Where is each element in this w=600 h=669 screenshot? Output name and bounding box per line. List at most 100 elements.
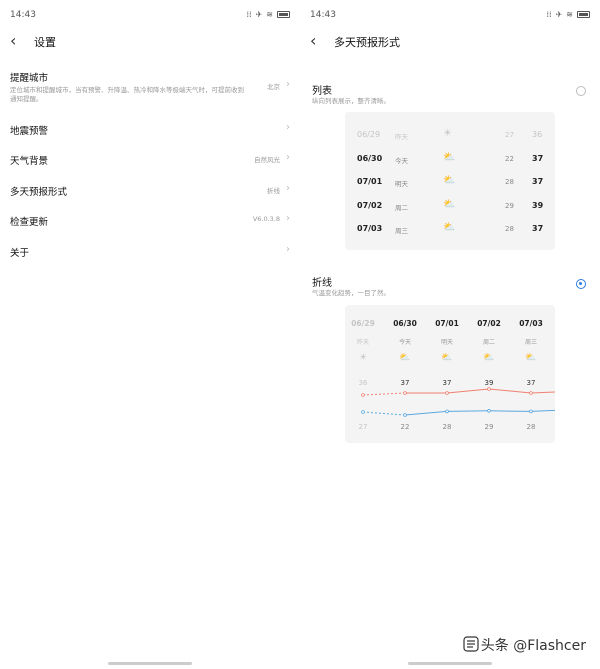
settings-screen: 14:43 ⁞⁞ ✈ ≋ ‹ 设置 提醒城市 定位城市和提醒城市，当有预警、升降… <box>0 0 300 669</box>
status-time: 14:43 <box>10 10 36 20</box>
low-temp-line-segment <box>362 411 406 416</box>
low-temp-line-segment <box>446 410 490 412</box>
wifi-icon: ≋ <box>566 10 573 19</box>
low-temp-line-point <box>361 410 365 414</box>
list-forecast-row: 06/30 今天 ⛅ 22 37 <box>345 148 555 171</box>
high-temp-line-point <box>445 391 449 395</box>
list-option-radio[interactable] <box>576 86 586 96</box>
watermark-text: 头条 @Flashcer <box>480 638 586 654</box>
line-option-radio[interactable] <box>576 279 586 289</box>
status-time: 14:43 <box>310 10 336 20</box>
airplane-icon: ✈ <box>255 10 263 19</box>
chevron-right-icon: › <box>286 183 290 194</box>
partly-cloudy-icon: ⛅ <box>443 198 456 210</box>
setting-desc: 定位城市和提醒城市，当有预警、升降温、热冷和降水等极端天气时，可提前收到通知提醒… <box>10 86 244 103</box>
partly-cloudy-icon: ⛅ <box>443 222 456 233</box>
forecast-high: 37 <box>532 177 544 186</box>
status-icons: ⁞⁞ ✈ ≋ <box>546 10 590 19</box>
list-forecast-row: 07/01 明天 ⛅ 28 37 <box>345 171 555 194</box>
setting-label: 关于 <box>10 248 30 259</box>
airplane-icon: ✈ <box>555 10 563 19</box>
status-bar: 14:43 ⁞⁞ ✈ ≋ <box>10 10 290 24</box>
sunny-icon: ☀ <box>443 128 452 139</box>
status-icons: ⁞⁞ ✈ ≋ <box>246 10 290 19</box>
low-temp-line-segment <box>488 410 532 412</box>
setting-label: 提醒城市 <box>10 73 49 84</box>
high-temp-line-segment <box>488 388 532 394</box>
settings-header: ‹ 设置 <box>10 32 290 52</box>
forecast-low: 22 <box>505 154 514 163</box>
signal-icon: ⁞⁞ <box>246 10 252 19</box>
low-temp-line-point <box>445 409 449 414</box>
back-arrow-icon[interactable]: ‹ <box>10 32 30 52</box>
temperature-line-chart <box>361 387 555 417</box>
forecast-high: 39 <box>532 200 544 210</box>
setting-value: 折线 <box>267 187 280 195</box>
high-temp-line-segment <box>362 392 406 396</box>
setting-weather-background[interactable]: 天气背景 自然风光 › <box>10 152 290 167</box>
toutiao-logo-icon <box>463 636 479 652</box>
setting-about[interactable]: 关于 › <box>10 244 290 259</box>
chevron-right-icon: › <box>286 213 290 224</box>
forecast-date: 07/01 <box>357 177 383 186</box>
setting-check-update[interactable]: 检查更新 V6.0.3.8 › <box>10 213 290 228</box>
low-temp-line-point <box>403 413 407 417</box>
forecast-low: 29 <box>505 201 514 210</box>
setting-label: 地震预警 <box>10 126 49 137</box>
forecast-high: 37 <box>532 224 544 233</box>
forecast-style-screen: 14:43 ⁞⁞ ✈ ≋ ‹ 多天预报形式 列表 纵向列表展示，整齐清晰。 06… <box>300 0 600 669</box>
low-temp-line-segment <box>530 409 555 412</box>
forecast-low: 28 <box>505 178 514 186</box>
high-temp-line-segment <box>446 388 490 394</box>
list-option-desc: 纵向列表展示，整齐清晰。 <box>312 97 390 105</box>
forecast-date: 06/30 <box>357 153 383 163</box>
chevron-right-icon: › <box>286 79 290 90</box>
chevron-right-icon: › <box>286 152 290 163</box>
forecast-weekday: 周二 <box>395 203 408 212</box>
watermark: 头条 @Flashcer <box>463 635 586 655</box>
list-preview-card[interactable]: 06/29 昨天 ☀ 27 36 06/30 今天 ⛅ 22 37 07/01 明天 ⛅ 28 37 07/0… <box>345 112 555 250</box>
high-temp-line-point <box>361 393 365 397</box>
setting-label: 天气背景 <box>10 156 49 167</box>
signal-icon: ⁞⁞ <box>546 10 552 19</box>
wifi-icon: ≋ <box>266 10 273 19</box>
setting-earthquake-warning[interactable]: 地震预警 › <box>10 122 290 137</box>
setting-value: 北京 <box>267 83 280 91</box>
line-preview-card[interactable]: 06/29 昨天 ☀ 36 27 06/30 今天 ⛅ 37 22 07/01 明天 ⛅ 37 28 07/0… <box>345 305 555 443</box>
status-bar: 14:43 ⁞⁞ ✈ ≋ <box>310 10 590 24</box>
list-forecast-row: 06/29 昨天 ☀ 27 36 <box>345 124 555 147</box>
forecast-low: 27 <box>505 131 514 139</box>
forecast-weekday: 今天 <box>395 156 408 165</box>
setting-value: V6.0.3.8 <box>252 215 280 223</box>
setting-label: 多天预报形式 <box>10 187 68 198</box>
forecast-low: 28 <box>505 225 514 233</box>
battery-icon <box>577 11 590 18</box>
forecast-date: 07/03 <box>357 224 383 233</box>
setting-forecast-style[interactable]: 多天预报形式 折线 › <box>10 183 290 198</box>
partly-cloudy-icon: ⛅ <box>443 151 456 163</box>
low-temp-line-point <box>487 409 491 413</box>
forecast-weekday: 昨天 <box>395 133 408 141</box>
setting-label: 检查更新 <box>10 217 49 228</box>
back-arrow-icon[interactable]: ‹ <box>310 32 330 52</box>
low-temp-line-point <box>529 409 533 414</box>
high-temp-line-point <box>487 387 491 391</box>
list-forecast-row: 07/02 周二 ⛅ 29 39 <box>345 195 555 218</box>
setting-reminder-city[interactable]: 提醒城市 定位城市和提醒城市，当有预警、升降温、热冷和降水等极端天气时，可提前收… <box>10 70 290 104</box>
chevron-right-icon: › <box>286 122 290 133</box>
forecast-weekday: 明天 <box>395 180 408 188</box>
high-temp-line-point <box>529 391 533 395</box>
chevron-right-icon: › <box>286 244 290 255</box>
home-indicator[interactable] <box>408 662 492 665</box>
low-temp-line-segment <box>404 410 448 416</box>
home-indicator[interactable] <box>108 662 192 665</box>
page-title: 多天预报形式 <box>334 36 400 49</box>
high-temp-line-segment <box>530 391 555 394</box>
partly-cloudy-icon: ⛅ <box>443 175 456 186</box>
line-option-desc: 气温变化趋势，一目了然。 <box>312 289 390 297</box>
forecast-date: 07/02 <box>357 200 383 210</box>
setting-value: 自然风光 <box>254 156 280 164</box>
page-title: 设置 <box>34 36 56 49</box>
forecast-date: 06/29 <box>357 130 381 139</box>
battery-icon <box>277 11 290 18</box>
